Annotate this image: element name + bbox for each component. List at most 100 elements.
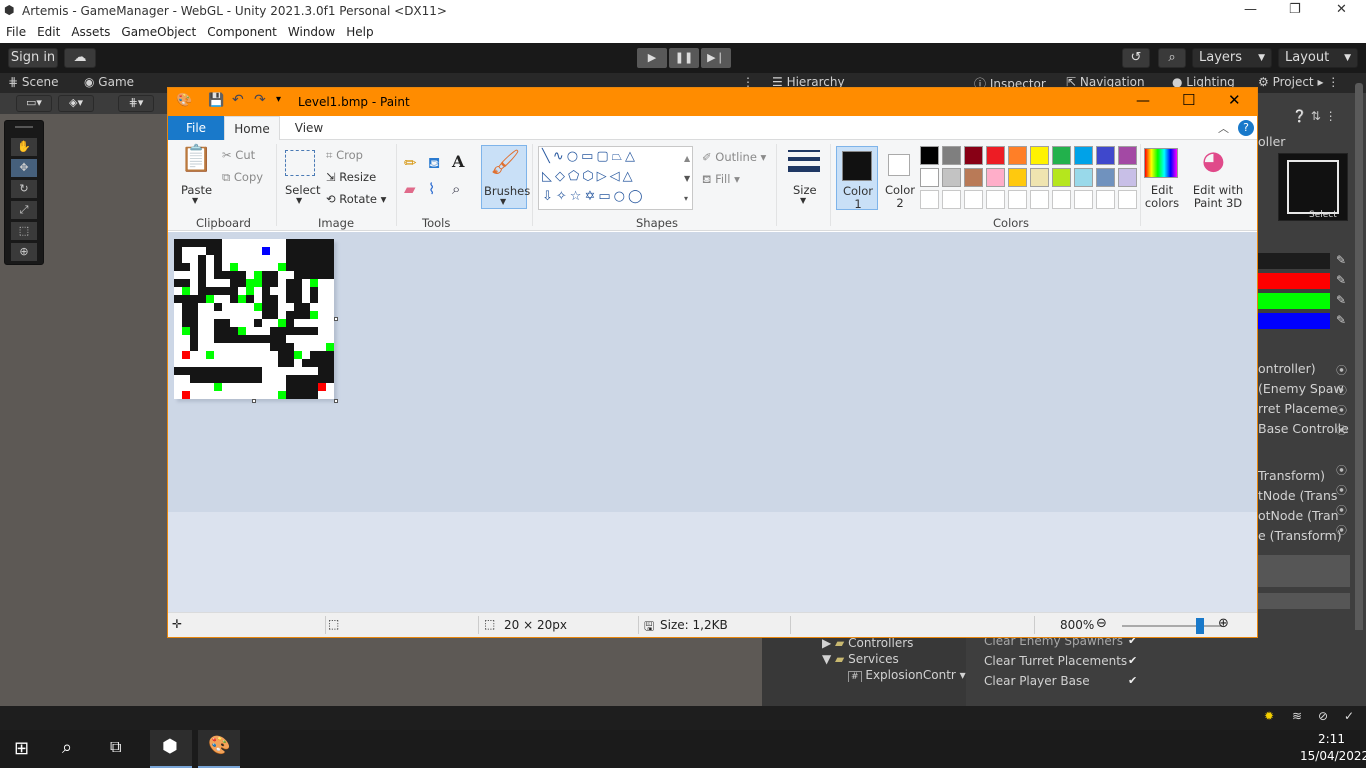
history-icon[interactable]: ↺ (1122, 48, 1150, 68)
inspector-ref-5[interactable]: Transform) (1258, 468, 1325, 483)
palette-swatch[interactable] (986, 146, 1005, 165)
minimize-icon[interactable]: — (1244, 2, 1257, 17)
palette-swatch[interactable] (1052, 146, 1071, 165)
palette-swatch[interactable] (1030, 146, 1049, 165)
pause-button[interactable]: ❚❚ (669, 48, 699, 68)
edit-colors-icon[interactable] (1144, 148, 1178, 178)
fill-bucket-icon[interactable]: ⛾ (428, 154, 440, 174)
menu-edit[interactable]: Edit (31, 22, 65, 39)
palette-empty-slot[interactable] (920, 190, 939, 209)
tab-scene[interactable]: ⋕ Scene (8, 75, 58, 89)
paint3d-icon[interactable]: ◕ (1202, 146, 1225, 176)
gallery-scroll-down-icon[interactable]: ▼ (684, 174, 690, 183)
inspector-field[interactable] (1256, 593, 1350, 609)
draw-mode-icon[interactable]: ▭▾ (16, 95, 52, 112)
eyedropper-icon[interactable]: ✎ (1336, 253, 1346, 267)
customize-toolbar-icon[interactable]: ▾ (276, 94, 281, 105)
menu-assets[interactable]: Assets (65, 22, 115, 39)
copy-button[interactable]: ⧉ Copy (222, 170, 263, 185)
taskbar-paint-app[interactable]: 🎨 (198, 730, 240, 768)
inspector-scrollbar[interactable] (1355, 83, 1363, 663)
palette-swatch[interactable] (942, 168, 961, 187)
windows-start-icon[interactable]: ⊞ (14, 738, 29, 759)
hand-tool-icon[interactable]: ✋ (11, 138, 37, 156)
eyedropper-icon[interactable]: ✎ (1336, 293, 1346, 307)
color-picker-icon[interactable]: ⌇ (428, 180, 435, 198)
magnifier-icon[interactable]: ⌕ (452, 180, 460, 198)
color-swatch-green[interactable] (1256, 293, 1330, 309)
inspector-ref-3[interactable]: rret Placeme (1258, 401, 1337, 416)
play-button[interactable]: ▶ (637, 48, 667, 68)
save-icon[interactable]: 💾 (208, 93, 224, 108)
hierarchy-item-explosion[interactable]: # ExplosionContr ▾ (848, 668, 966, 682)
palette-empty-slot[interactable] (964, 190, 983, 209)
resize-handle-right[interactable] (334, 317, 338, 321)
rotate-button[interactable]: ⟲ Rotate ▾ (326, 192, 386, 206)
zoom-out-icon[interactable]: ⊖ (1096, 616, 1107, 631)
task-view-icon[interactable]: ⧉ (110, 737, 121, 757)
palette-empty-slot[interactable] (1008, 190, 1027, 209)
inspector-ref-7[interactable]: otNode (Tran (1258, 508, 1339, 523)
tab-project[interactable]: ⚙ Project ▸ ⋮ (1258, 75, 1339, 89)
color-swatch-blue[interactable] (1256, 313, 1330, 329)
palette-empty-slot[interactable] (986, 190, 1005, 209)
scale-tool-icon[interactable]: ⤢ (11, 201, 37, 219)
tab-home[interactable]: Home (224, 116, 280, 140)
gallery-expand-icon[interactable]: ▾ (684, 194, 688, 203)
grid-icon[interactable]: ⋕▾ (118, 95, 154, 112)
help-icon[interactable]: ❔ ⇅ ⋮ (1292, 109, 1337, 123)
edit-colors-button[interactable]: Edit colors (1142, 184, 1182, 210)
fill-button[interactable]: ⛾ Fill ▾ (702, 172, 740, 188)
maximize-icon[interactable]: ☐ (1182, 91, 1195, 109)
palette-empty-slot[interactable] (1118, 190, 1137, 209)
color-swatch-red[interactable] (1256, 273, 1330, 289)
rect-tool-icon[interactable]: ⬚ (11, 222, 37, 240)
help-icon[interactable]: ? (1238, 120, 1254, 136)
move-tool-icon[interactable]: ✥ (11, 159, 37, 177)
palette-empty-slot[interactable] (1030, 190, 1049, 209)
palette-swatch[interactable] (1096, 168, 1115, 187)
outline-button[interactable]: ✐ Outline ▾ (702, 150, 766, 164)
select-icon[interactable] (285, 150, 315, 176)
paint-app-icon[interactable]: 🎨 (176, 93, 192, 108)
palette-swatch[interactable] (1052, 168, 1071, 187)
palette-empty-slot[interactable] (1052, 190, 1071, 209)
object-picker-icons[interactable]: ⦿ ⦿ ⦿ ⦿ ⦿ ⦿ ⦿ ⦿ (1336, 361, 1347, 541)
palette-empty-slot[interactable] (1096, 190, 1115, 209)
bug-icon[interactable]: ✹ (1264, 709, 1274, 723)
clock-time[interactable]: 2:11 (1318, 732, 1345, 746)
eraser-icon[interactable]: ▰ (404, 180, 416, 198)
tab-game[interactable]: ◉ Game (84, 75, 134, 89)
color1-button[interactable]: Color 1 (836, 146, 878, 211)
menu-gameobject[interactable]: GameObject (115, 22, 201, 39)
palette-swatch[interactable] (986, 168, 1005, 187)
zoom-slider-thumb[interactable] (1196, 618, 1204, 634)
shapes-gallery[interactable]: ╲∿○▭▢⏢△ ◺◇⬠⬡▷◁△ ⇩✧☆✡▭○◯ (538, 146, 693, 210)
palette-swatch[interactable] (920, 168, 939, 187)
clear-turret-placements-checkbox[interactable]: ✔ (1128, 654, 1137, 667)
search-icon[interactable]: ⌕ (1158, 48, 1186, 68)
close-icon[interactable]: ✕ (1228, 91, 1241, 109)
palette-empty-slot[interactable] (942, 190, 961, 209)
clear-player-base-checkbox[interactable]: ✔ (1128, 674, 1137, 687)
check-icon[interactable]: ✓ (1344, 709, 1354, 723)
menu-file[interactable]: File (0, 22, 31, 39)
paste-button[interactable]: Paste (181, 183, 212, 197)
resize-handle-bottom[interactable] (252, 399, 256, 403)
size-button[interactable]: Size (793, 183, 817, 197)
shading-icon[interactable]: ◈▾ (58, 95, 94, 112)
color2-button[interactable]: Color 2 (880, 146, 920, 210)
taskbar-unity-app[interactable]: ⬢ (150, 730, 192, 768)
hierarchy-item-controllers[interactable]: ▶ ▰ Controllers (822, 636, 913, 650)
zoom-in-icon[interactable]: ⊕ (1218, 616, 1229, 631)
eyedropper-icon[interactable]: ✎ (1336, 273, 1346, 287)
palette-swatch[interactable] (964, 168, 983, 187)
step-button[interactable]: ▶❘ (701, 48, 731, 68)
inspector-ref-1[interactable]: ontroller) (1258, 361, 1316, 376)
menu-help[interactable]: Help (340, 22, 378, 39)
search-icon[interactable]: ⌕ (62, 737, 72, 758)
palette-swatch[interactable] (1030, 168, 1049, 187)
menu-window[interactable]: Window (282, 22, 340, 39)
palette-swatch[interactable] (920, 146, 939, 165)
color-swatch-black[interactable] (1256, 253, 1330, 269)
